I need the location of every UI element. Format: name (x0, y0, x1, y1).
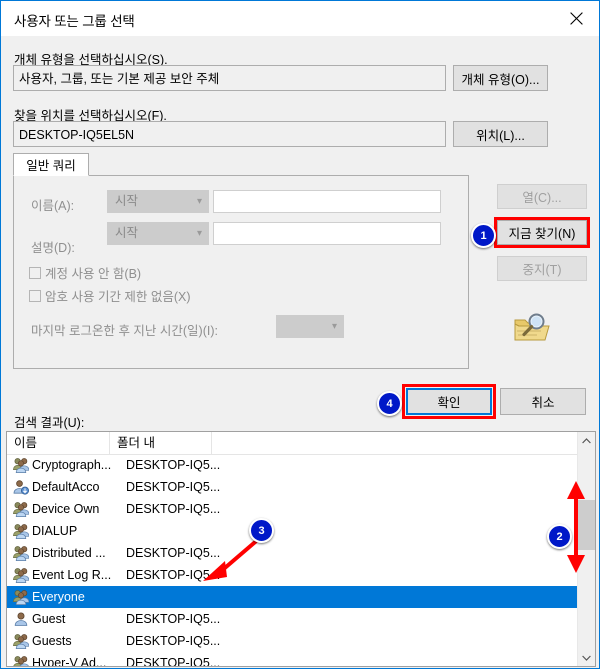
row-name: Guest (32, 612, 66, 626)
chevron-down-icon: ▾ (196, 228, 202, 239)
row-name: DefaultAcco (32, 480, 100, 494)
table-row[interactable]: Hyper-V Ad... DESKTOP-IQ5... (7, 652, 595, 667)
title-bar: 사용자 또는 그룹 선택 (1, 1, 599, 36)
user-icon (13, 611, 29, 627)
table-row[interactable]: Device Own DESKTOP-IQ5... (7, 498, 595, 520)
row-name: Device Own (32, 502, 100, 516)
group-icon (13, 501, 30, 517)
chevron-down-icon: ▾ (331, 321, 337, 332)
tab-general-query[interactable]: 일반 쿼리 (13, 153, 89, 176)
row-folder: DESKTOP-IQ5... (126, 458, 221, 472)
chevron-down-icon: ▾ (196, 196, 202, 207)
group-icon (13, 457, 30, 473)
close-glyph (570, 11, 583, 25)
group-icon (13, 589, 30, 605)
columns-button[interactable]: 열(C)... (497, 184, 587, 209)
row-folder: DESKTOP-IQ5... (126, 612, 221, 626)
row-name: Event Log R... (32, 568, 112, 582)
table-row[interactable]: DefaultAcco DESKTOP-IQ5... (7, 476, 595, 498)
annotation-badge-2: 2 (547, 524, 572, 549)
list-rows: Cryptograph... DESKTOP-IQ5... DefaultAcco D… (7, 454, 595, 667)
row-folder: DESKTOP-IQ5... (126, 568, 221, 582)
name-condition-dropdown[interactable]: 시작 ▾ (107, 190, 209, 213)
folder-search-icon (511, 311, 553, 345)
table-row[interactable]: Guest DESKTOP-IQ5... (7, 608, 595, 630)
annotation-badge-4: 4 (377, 391, 402, 416)
table-row[interactable]: Cryptograph... DESKTOP-IQ5... (7, 454, 595, 476)
row-folder: DESKTOP-IQ5... (126, 502, 221, 516)
table-row[interactable]: Everyone (7, 586, 595, 608)
search-results-list[interactable]: 이름 폴더 내 Cryptograph... DESKTOP-IQ5... Defa… (6, 431, 596, 667)
description-label: 설명(D): (31, 241, 75, 255)
stop-button[interactable]: 중지(T) (497, 256, 587, 281)
name-condition-value: 시작 (115, 194, 139, 208)
row-folder: DESKTOP-IQ5... (126, 656, 221, 667)
days-since-logon-label: 마지막 로그온한 후 지난 시간(일)(I): (31, 324, 218, 338)
non-expiring-password-checkbox-row[interactable]: 암호 사용 기간 제한 없음(X) (29, 286, 191, 305)
table-row[interactable]: Distributed ... DESKTOP-IQ5... (7, 542, 595, 564)
folder-search-glyph (514, 313, 550, 341)
name-label: 이름(A): (31, 199, 75, 213)
column-header-folder[interactable]: 폴더 내 (110, 432, 212, 454)
description-input[interactable] (213, 222, 441, 245)
row-name: Everyone (32, 590, 85, 604)
group-icon (13, 523, 30, 539)
group-icon (13, 567, 30, 583)
disabled-accounts-checkbox-row[interactable]: 계정 사용 안 함(B) (29, 263, 141, 282)
search-results-label: 검색 결과(U): (14, 416, 85, 430)
days-since-logon-dropdown[interactable]: ▾ (276, 315, 344, 338)
annotation-badge-1: 1 (471, 223, 496, 248)
user-badge-icon (13, 479, 29, 495)
list-column-headers: 이름 폴더 내 (7, 432, 595, 455)
row-folder: DESKTOP-IQ5... (126, 546, 221, 560)
chevron-up-icon[interactable] (578, 432, 595, 449)
description-condition-dropdown[interactable]: 시작 ▾ (107, 222, 209, 245)
ok-button[interactable]: 확인 (406, 388, 492, 415)
column-header-name[interactable]: 이름 (7, 432, 110, 454)
window-title: 사용자 또는 그룹 선택 (14, 14, 135, 29)
find-now-button[interactable]: 지금 찾기(N) (497, 220, 587, 245)
disabled-accounts-checkbox[interactable] (29, 266, 41, 279)
non-expiring-password-checkbox[interactable] (29, 289, 41, 302)
row-name: Distributed ... (32, 546, 106, 560)
table-row[interactable]: Guests DESKTOP-IQ5... (7, 630, 595, 652)
disabled-accounts-label: 계정 사용 안 함(B) (45, 267, 142, 281)
group-icon (13, 633, 30, 649)
location-value[interactable]: DESKTOP-IQ5EL5N (13, 121, 446, 147)
table-row[interactable]: DIALUP (7, 520, 595, 542)
object-type-value[interactable]: 사용자, 그룹, 또는 기본 제공 보안 주체 (13, 65, 446, 91)
close-icon[interactable] (554, 1, 599, 35)
chevron-down-icon[interactable] (578, 649, 595, 666)
annotation-badge-3: 3 (249, 518, 274, 543)
group-icon (13, 655, 29, 666)
row-name: Hyper-V Ad... (32, 656, 107, 667)
table-row[interactable]: Event Log R... DESKTOP-IQ5... (7, 564, 595, 586)
location-button[interactable]: 위치(L)... (453, 121, 548, 147)
row-name: DIALUP (32, 524, 78, 538)
group-icon (13, 545, 30, 561)
scrollbar-thumb[interactable] (578, 500, 595, 550)
row-folder: DESKTOP-IQ5... (126, 480, 221, 494)
non-expiring-password-label: 암호 사용 기간 제한 없음(X) (45, 290, 191, 304)
row-name: Guests (32, 634, 72, 648)
row-name: Cryptograph... (32, 458, 112, 472)
description-condition-value: 시작 (115, 226, 139, 240)
object-type-button[interactable]: 개체 유형(O)... (453, 65, 548, 91)
vertical-scrollbar[interactable] (577, 432, 595, 666)
row-folder: DESKTOP-IQ5... (126, 634, 221, 648)
cancel-button[interactable]: 취소 (500, 388, 586, 415)
name-input[interactable] (213, 190, 441, 213)
select-users-or-groups-dialog: 사용자 또는 그룹 선택 개체 유형을 선택하십시오(S). 사용자, 그룹, … (0, 0, 600, 669)
